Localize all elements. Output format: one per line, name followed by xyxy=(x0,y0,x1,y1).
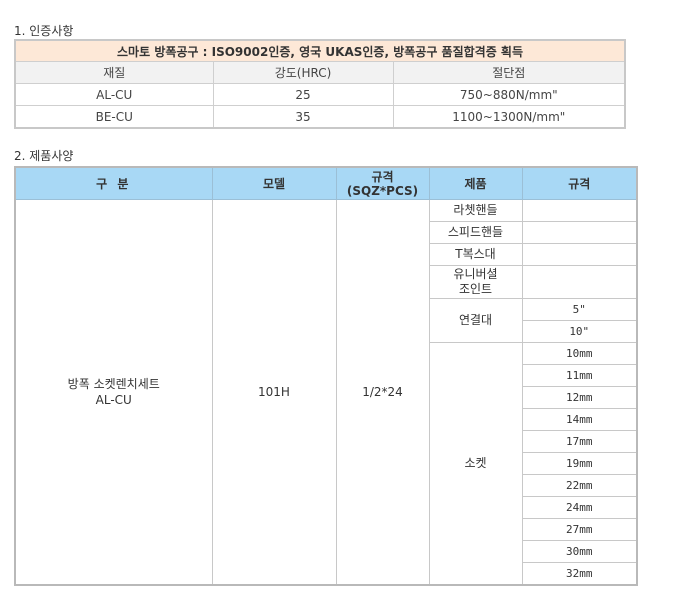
header-spec-line1: 규격 xyxy=(371,169,394,184)
socket-size: 11mm xyxy=(521,364,638,387)
socket-size: 27mm xyxy=(521,518,638,541)
product-extension-bar: 연결대 xyxy=(428,298,523,343)
spec-header-row: 구 분 모델 규격 (SQZ*PCS) 제품 규격 xyxy=(14,166,638,200)
table-row: BE-CU 35 1100~1300N/mm" xyxy=(14,105,626,129)
item-spec: 1/2*24 xyxy=(335,199,430,586)
certification-banner: 스마토 방폭공구 : ISO9002인증, 영국 UKAS인증, 방폭공구 품질… xyxy=(14,39,626,62)
size-cell-empty xyxy=(521,221,638,244)
hardness-cell: 25 xyxy=(212,83,394,106)
material-cell: AL-CU xyxy=(14,83,214,106)
hardness-cell: 35 xyxy=(212,105,394,129)
header-row: 재질 강도(HRC) 절단점 xyxy=(14,61,626,84)
header-spec: 규격 (SQZ*PCS) xyxy=(335,166,430,200)
socket-size: 14mm xyxy=(521,408,638,431)
item-name-cell: 방폭 소켓렌치세트 AL-CU xyxy=(14,199,213,586)
extension-size: 5" xyxy=(521,298,638,321)
product-ratchet-handle: 라쳇핸들 xyxy=(428,199,523,222)
table-row: 방폭 소켓렌치세트 AL-CU 101H 1/2*24 라쳇핸들 xyxy=(14,199,638,586)
header-material: 재질 xyxy=(14,61,214,84)
header-category: 구 분 xyxy=(14,166,213,200)
header-size: 규격 xyxy=(521,166,638,200)
size-cell-empty xyxy=(521,265,638,299)
specification-table: 구 분 모델 규격 (SQZ*PCS) 제품 규격 방폭 소켓렌치세트 AL-C… xyxy=(14,166,638,586)
socket-size: 22mm xyxy=(521,474,638,497)
section-title-certification: 1. 인증사항 xyxy=(14,24,74,38)
header-model: 모델 xyxy=(211,166,337,200)
socket-size: 30mm xyxy=(521,540,638,563)
header-product: 제품 xyxy=(428,166,523,200)
socket-size: 17mm xyxy=(521,430,638,453)
socket-size: 12mm xyxy=(521,386,638,409)
header-cutting-point: 절단점 xyxy=(392,61,626,84)
socket-size: 24mm xyxy=(521,496,638,519)
certification-table: 스마토 방폭공구 : ISO9002인증, 영국 UKAS인증, 방폭공구 품질… xyxy=(14,39,627,129)
cutting-point-cell: 1100~1300N/mm" xyxy=(392,105,626,129)
material-cell: BE-CU xyxy=(14,105,214,129)
size-cell-empty xyxy=(521,243,638,266)
section-title-specifications: 2. 제품사양 xyxy=(14,149,74,163)
product-socket: 소켓 xyxy=(428,342,523,586)
extension-size: 10" xyxy=(521,320,638,343)
item-material: AL-CU xyxy=(95,393,132,407)
table-row: AL-CU 25 750~880N/mm" xyxy=(14,83,626,106)
socket-size: 32mm xyxy=(521,562,638,586)
header-hardness: 강도(HRC) xyxy=(212,61,394,84)
universal-joint-line2: 조인트 xyxy=(458,282,493,296)
cutting-point-cell: 750~880N/mm" xyxy=(392,83,626,106)
item-name: 방폭 소켓렌치세트 xyxy=(67,377,160,391)
product-t-bar: T복스대 xyxy=(428,243,523,266)
size-cell-empty xyxy=(521,199,638,222)
universal-joint-line1: 유니버셜 xyxy=(453,267,498,281)
item-model: 101H xyxy=(211,199,337,586)
socket-size: 10mm xyxy=(521,342,638,365)
product-universal-joint: 유니버셜 조인트 xyxy=(428,265,523,299)
header-spec-line2: (SQZ*PCS) xyxy=(346,183,419,198)
socket-size: 19mm xyxy=(521,452,638,475)
banner-row: 스마토 방폭공구 : ISO9002인증, 영국 UKAS인증, 방폭공구 품질… xyxy=(14,39,626,62)
product-speed-handle: 스피드핸들 xyxy=(428,221,523,244)
